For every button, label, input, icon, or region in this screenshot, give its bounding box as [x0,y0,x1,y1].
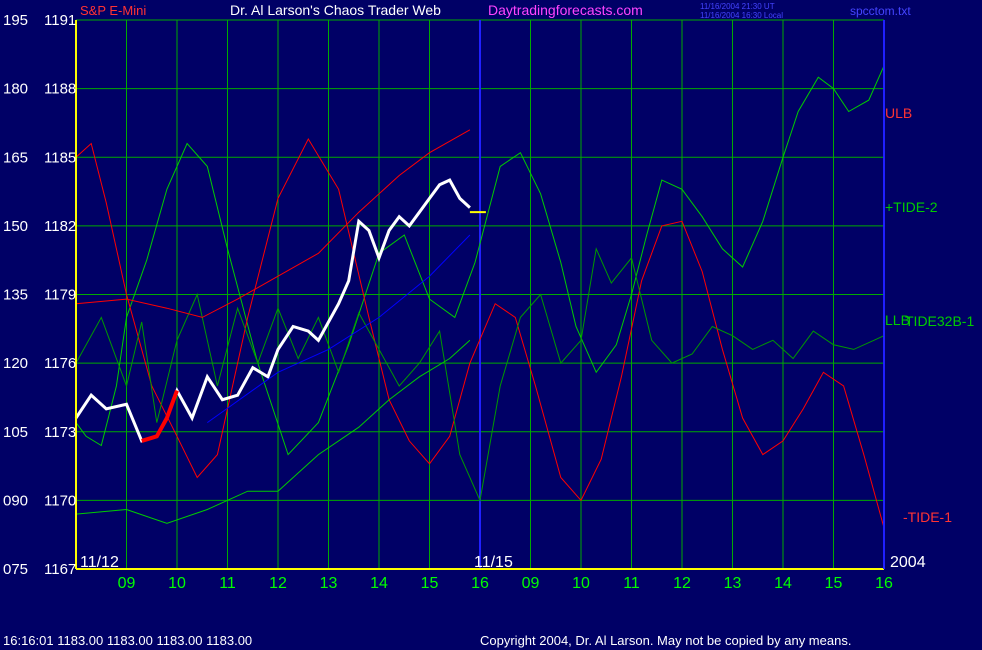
instrument-label: S&P E-Mini [80,3,146,18]
x-tick-9: 10 [572,575,590,592]
x-tick-13: 14 [774,575,792,592]
y-tick-tide-165: 165 [3,149,28,166]
y-tick-price-1167: 1167 [44,561,76,578]
y-tick-price-1188: 1188 [44,81,76,98]
y-tick-tide-180: 180 [3,81,28,98]
y-tick-price-1179: 1179 [44,287,76,304]
series-trend [207,234,471,424]
x-tick-14: 15 [825,575,843,592]
site-link[interactable]: Daytradingforecasts.com [488,2,643,18]
x-tick-2: 11 [219,575,236,592]
date-label-day2: 11/15 [474,554,513,571]
y-tick-tide-120: 120 [3,355,28,372]
timestamp-ut: 11/16/2004 21:30 UT [700,2,775,11]
timestamp-local: 11/16/2004 16:30 Local [700,11,783,20]
x-tick-6: 15 [421,575,439,592]
y-tick-tide-150: 150 [3,218,28,235]
y-tick-price-1173: 1173 [44,424,76,441]
y-tick-tide-135: 135 [3,287,28,304]
right-label-3: TIDE32B-1 [905,313,974,329]
y-tick-tide-105: 105 [3,424,28,441]
x-tick-15: 16 [875,575,893,592]
x-tick-5: 14 [370,575,388,592]
x-tick-10: 11 [623,575,640,592]
y-tick-tide-075: 075 [3,561,28,578]
x-tick-4: 13 [320,575,338,592]
x-tick-1: 10 [168,575,186,592]
y-tick-tide-090: 090 [3,492,28,509]
x-tick-0: 09 [118,575,136,592]
copyright-text: Copyright 2004, Dr. Al Larson. May not b… [480,633,851,648]
right-label-4: -TIDE-1 [903,509,952,525]
axis-labels: 195 1191 180 1188 165 1185 150 1182 135 1179 120 11… [3,12,974,592]
x-tick-3: 12 [269,575,287,592]
date-label-day1: 11/12 [80,554,119,571]
quote-readout: 16:16:01 1183.00 1183.00 1183.00 1183.00 [3,633,252,648]
x-tick-8: 09 [522,575,540,592]
year-label: 2004 [890,554,926,571]
y-tick-price-1182: 1182 [44,218,76,235]
y-tick-tide-195: 195 [3,12,28,29]
chaos-chart: 195 1191 180 1188 165 1185 150 1182 135 1179 120 11… [3,2,974,648]
chart-title: Dr. Al Larson's Chaos Trader Web [230,2,441,18]
y-tick-price-1176: 1176 [44,355,76,372]
x-tick-7: 16 [471,575,489,592]
right-label-0: ULB [885,105,912,121]
y-tick-price-1191: 1191 [44,12,76,29]
x-tick-12: 13 [724,575,742,592]
right-label-1: +TIDE-2 [885,199,938,215]
y-tick-price-1185: 1185 [44,149,76,166]
filename-label: spcctom.txt [850,4,911,18]
y-tick-price-1170: 1170 [44,492,76,509]
price-down-segment [141,389,179,443]
x-tick-11: 12 [673,575,691,592]
